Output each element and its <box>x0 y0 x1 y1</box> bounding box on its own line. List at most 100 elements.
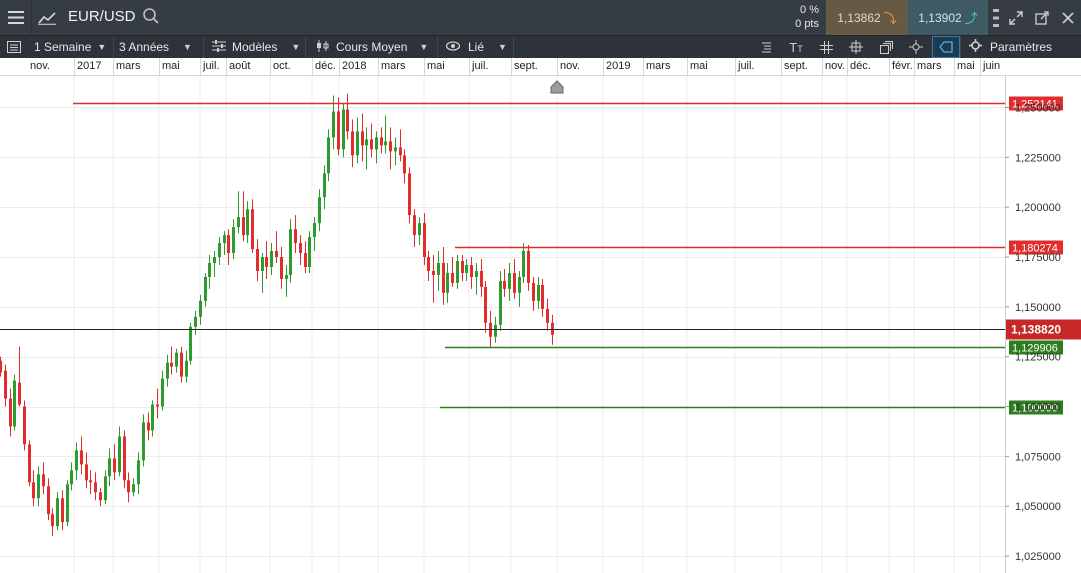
candle-up <box>208 255 211 289</box>
candle-body <box>237 217 240 228</box>
time-tick-divider <box>74 58 75 76</box>
candle-down <box>408 167 411 224</box>
buy-price: 1,13902 <box>918 10 962 25</box>
candle-body <box>142 422 145 461</box>
candle-body <box>361 131 364 146</box>
price-tick-label: 1,075000 <box>1015 451 1061 463</box>
candle-down <box>227 229 230 265</box>
eye-icon <box>445 40 461 54</box>
price-type-select[interactable]: Cours Moyen ▼ <box>306 36 438 58</box>
candle-body <box>204 276 207 301</box>
price-chart[interactable]: 1,2521411,1802741,1299061,1000001,138820… <box>0 76 1081 573</box>
time-tick-label: juin <box>983 60 1001 72</box>
candle-down <box>427 251 430 281</box>
time-tick-divider <box>339 58 340 76</box>
candle-up <box>175 348 178 373</box>
chevron-down-icon: ▼ <box>419 42 429 52</box>
candle-body <box>327 137 330 174</box>
candle-down <box>346 93 349 140</box>
candle-body <box>389 141 392 152</box>
range-select[interactable]: 3 Années ▼ <box>114 36 204 58</box>
candle-up <box>166 354 169 387</box>
candle-body <box>437 262 440 275</box>
popout-icon[interactable] <box>1030 0 1054 35</box>
time-tick-divider <box>424 58 425 76</box>
candle-down <box>23 400 26 451</box>
menu-icon[interactable] <box>0 0 32 35</box>
sell-price-button[interactable]: 1,13862 ⤵ <box>826 0 908 35</box>
candle-down <box>470 257 473 289</box>
time-tick-divider <box>270 58 271 76</box>
candle-down <box>4 364 7 407</box>
time-tick-divider <box>378 58 379 76</box>
link-select[interactable]: Lié ▼ <box>438 36 514 58</box>
more-dots-icon[interactable] <box>988 0 1003 35</box>
chevron-down-icon: ▼ <box>97 42 107 52</box>
time-tick-divider <box>735 58 736 76</box>
templates-select[interactable]: Modèles ▼ <box>204 36 306 58</box>
chart-line-icon[interactable] <box>33 0 61 35</box>
list-icon[interactable] <box>752 36 780 58</box>
interval-select[interactable]: 1 Semaine ▼ <box>27 36 114 58</box>
candle-body <box>289 229 292 275</box>
candle-down <box>9 388 12 437</box>
candle-down <box>370 123 373 158</box>
candle-up <box>289 219 292 283</box>
candle-down <box>280 247 283 289</box>
candle-body <box>256 249 259 271</box>
time-tick-label: oct. <box>273 60 291 72</box>
candle-down <box>85 452 88 489</box>
settings-button[interactable]: Paramètres <box>960 36 1081 58</box>
grid-icon[interactable] <box>812 36 840 58</box>
candle-up <box>446 262 449 303</box>
candle-body <box>208 262 211 277</box>
candle-up <box>137 452 140 495</box>
candle-body <box>61 498 64 523</box>
candle-body <box>108 458 111 477</box>
search-icon[interactable] <box>142 7 160 28</box>
candle-body <box>513 272 516 293</box>
price-tick-label: 1,050000 <box>1015 501 1061 513</box>
candle-body <box>480 270 483 287</box>
sell-price: 1,13862 <box>837 10 881 25</box>
time-tick-divider <box>469 58 470 76</box>
candle-up <box>323 165 326 210</box>
candle-body <box>446 272 449 293</box>
crosshair-icon[interactable] <box>842 36 870 58</box>
expand-icon[interactable] <box>1004 0 1028 35</box>
time-tick-label: nov. <box>825 60 845 72</box>
time-tick-label: nov. <box>560 60 580 72</box>
time-tick-divider <box>312 58 313 76</box>
instrument-symbol[interactable]: EUR/USD <box>68 8 136 25</box>
target-icon[interactable] <box>902 36 930 58</box>
change-percent: 0 % <box>800 4 819 16</box>
time-axis: nov. 2017 mars mai juil. août oct. déc. 2018 mars… <box>0 58 1081 76</box>
candle-body <box>113 458 116 473</box>
time-marker-icon[interactable] <box>550 80 564 94</box>
settings-label: Paramètres <box>990 40 1053 54</box>
candle-body <box>180 352 183 377</box>
candle-body <box>465 264 468 273</box>
candle-down <box>94 472 97 501</box>
list-icon[interactable] <box>0 36 27 58</box>
close-icon[interactable] <box>1056 0 1080 35</box>
layers-icon[interactable] <box>872 36 900 58</box>
candle-body <box>432 270 435 275</box>
candle-body <box>118 436 121 473</box>
candle-up <box>475 262 478 295</box>
label-icon[interactable] <box>932 36 960 58</box>
candle-body <box>442 262 445 293</box>
time-tick-divider <box>226 58 227 76</box>
candle-body <box>408 173 411 216</box>
candle-body <box>522 251 525 277</box>
price-tick-label: 1,250000 <box>1015 102 1061 114</box>
candle-body <box>456 261 459 283</box>
text-tool-icon[interactable]: TT <box>782 36 810 58</box>
candle-down <box>489 310 492 347</box>
candle-body <box>151 404 154 431</box>
templates-label: Modèles <box>232 40 278 54</box>
candle-body <box>332 111 335 138</box>
buy-price-button[interactable]: 1,13902 ⤴ <box>908 0 988 35</box>
time-tick-divider <box>200 58 201 76</box>
candle-body <box>161 378 164 407</box>
